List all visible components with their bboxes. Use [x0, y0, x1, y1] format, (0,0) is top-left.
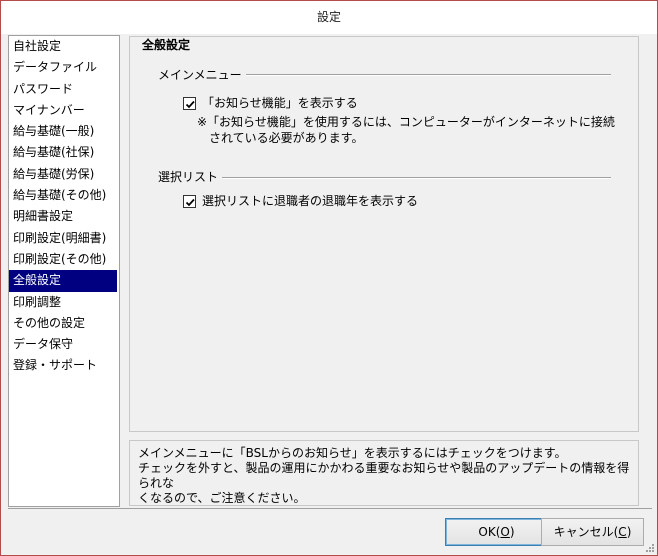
sidebar-item[interactable]: 給与基礎(社保) — [9, 142, 117, 163]
checkmark-icon — [185, 100, 195, 108]
show-retire-year-checkbox[interactable] — [183, 194, 196, 208]
checkmark-icon — [185, 198, 195, 206]
settings-dialog: 設定 自社設定 データファイル パスワード マイナンバー 給与基礎(一般) 給与基礎(社保… — [0, 0, 658, 556]
sidebar-item[interactable]: データ保守 — [9, 334, 117, 355]
cancel-accel-key: C — [618, 525, 627, 539]
resize-grip-icon[interactable] — [643, 541, 655, 553]
ok-accel-key: O — [500, 525, 510, 539]
settings-category-list[interactable]: 自社設定 データファイル パスワード マイナンバー 給与基礎(一般) 給与基礎(社保) 給与… — [8, 35, 120, 507]
sidebar-item[interactable]: その他の設定 — [9, 313, 117, 334]
sidebar-item[interactable]: 印刷調整 — [9, 292, 117, 313]
show-retire-year-label: 選択リストに退職者の退職年を表示する — [202, 194, 419, 208]
show-notice-label: 「お知らせ機能」を表示する — [202, 96, 358, 110]
panel-title: 全般設定 — [139, 37, 194, 53]
sidebar-item[interactable]: 自社設定 — [9, 36, 117, 57]
sidebar-item[interactable]: パスワード — [9, 79, 117, 100]
notice-requirement-note: ※「お知らせ機能」を使用するには、コンピューターがインターネットに接続 されてい… — [197, 114, 615, 146]
ok-label: OK( — [478, 525, 501, 539]
sidebar-item[interactable]: 登録・サポート — [9, 355, 117, 376]
ok-label-close: ) — [509, 525, 515, 539]
window-title: 設定 — [1, 1, 657, 34]
show-notice-checkbox[interactable] — [183, 96, 196, 110]
show-retire-year-checkbox-row[interactable]: 選択リストに退職者の退職年を表示する — [183, 193, 418, 209]
description-line-1: メインメニューに「BSLからのお知らせ」を表示するにはチェックをつけます。 — [138, 446, 567, 460]
ok-button[interactable]: OK(O) — [445, 518, 548, 546]
sidebar-item[interactable]: 印刷設定(その他) — [9, 249, 117, 270]
sidebar-item[interactable]: 給与基礎(労保) — [9, 164, 117, 185]
selection-list-group-label: 選択リスト — [158, 169, 223, 185]
main-menu-group-label: メインメニュー — [158, 67, 246, 83]
group-divider — [158, 177, 611, 179]
description-line-2: チェックを外すと、製品の運用にかかわる重要なお知らせや製品のアップデートの情報を… — [138, 461, 630, 490]
sidebar-item[interactable]: 給与基礎(一般) — [9, 121, 117, 142]
cancel-button[interactable]: キャンセル(C) — [541, 518, 644, 546]
sidebar-item[interactable]: 印刷設定(明細書) — [9, 228, 117, 249]
description-line-3: くなるので、ご注意ください。 — [138, 491, 306, 505]
sidebar-item[interactable]: 給与基礎(その他) — [9, 185, 117, 206]
footer-divider — [8, 508, 652, 509]
note-line-1: ※「お知らせ機能」を使用するには、コンピューターがインターネットに接続 — [197, 115, 615, 129]
show-notice-checkbox-row[interactable]: 「お知らせ機能」を表示する — [183, 95, 358, 111]
cancel-label: キャンセル( — [553, 525, 619, 539]
note-line-2: されている必要があります。 — [209, 131, 364, 145]
description-box: メインメニューに「BSLからのお知らせ」を表示するにはチェックをつけます。 チェ… — [129, 440, 639, 506]
sidebar-item[interactable]: データファイル — [9, 57, 117, 78]
sidebar-item[interactable]: 明細書設定 — [9, 206, 117, 227]
cancel-label-close: ) — [626, 525, 632, 539]
sidebar-item[interactable]: 全般設定 — [9, 270, 117, 292]
sidebar-item[interactable]: マイナンバー — [9, 100, 117, 121]
